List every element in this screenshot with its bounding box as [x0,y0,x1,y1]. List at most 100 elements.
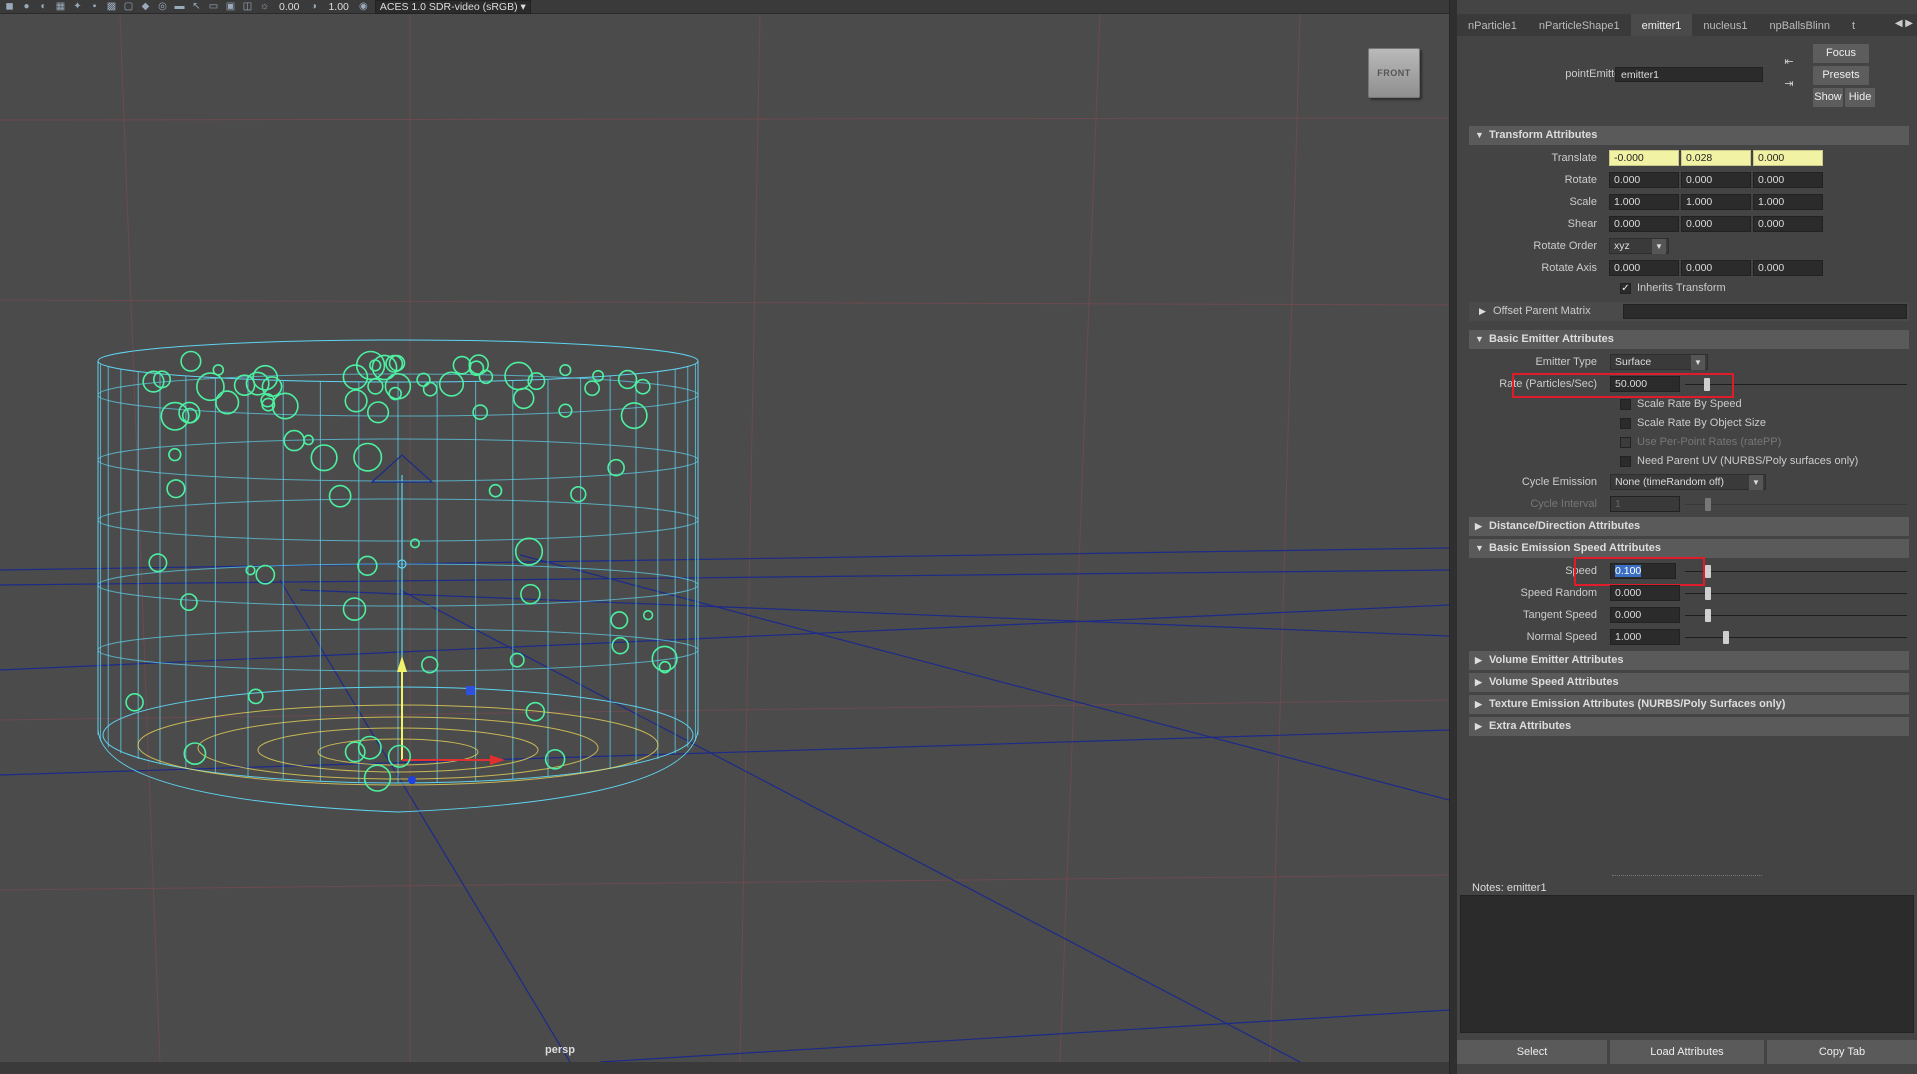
section-offset-parent-matrix[interactable]: ▶ Offset Parent Matrix [1469,302,1909,321]
normal-speed-slider-track[interactable] [1685,637,1907,638]
cycle-emission-dropdown[interactable]: None (timeRandom off) ▼ [1610,474,1766,490]
need-parent-uv-checkbox[interactable] [1620,456,1631,467]
cube-icon[interactable]: ◼ [4,1,15,12]
speed-random-field[interactable]: 0.000 [1610,585,1680,601]
output-connection-icon[interactable]: ⇥ [1782,78,1796,91]
rate-slider-thumb[interactable] [1704,378,1711,391]
select-icon[interactable]: ↖ [191,1,202,12]
section-basic-emission-speed-attributes[interactable]: ▼ Basic Emission Speed Attributes [1469,539,1909,558]
notes-textarea[interactable] [1460,895,1914,1033]
gamma-value[interactable]: 1.00 [325,1,351,13]
colorspace-dropdown[interactable]: ACES 1.0 SDR-video (sRGB) ▾ [374,0,531,14]
show-button[interactable]: Show [1813,88,1843,107]
shear-z-field[interactable]: 0.000 [1753,216,1823,232]
presets-button[interactable]: Presets [1813,66,1869,85]
hide-button[interactable]: Hide [1845,88,1875,107]
speed-random-slider-track[interactable] [1685,593,1907,594]
section-volume-emitter-attributes[interactable]: ▶ Volume Emitter Attributes [1469,651,1909,670]
tab-nparticleshape1[interactable]: nParticleShape1 [1528,14,1631,36]
translate-y-field[interactable]: 0.028 [1681,150,1751,166]
offset-parent-matrix-field[interactable] [1623,304,1907,319]
shear-y-field[interactable]: 0.000 [1681,216,1751,232]
resolution-icon[interactable]: ◫ [242,1,253,12]
section-volume-speed-attributes[interactable]: ▶ Volume Speed Attributes [1469,673,1909,692]
scale-z-field[interactable]: 1.000 [1753,194,1823,210]
translate-row: Translate -0.000 0.028 0.000 [1469,148,1909,168]
focus-button[interactable]: Focus [1813,44,1869,63]
tangent-speed-slider-track[interactable] [1685,615,1907,616]
texture-icon[interactable]: ▦ [55,1,66,12]
xray-icon[interactable]: ▢ [123,1,134,12]
particle [179,593,198,612]
rate-field[interactable]: 50.000 [1610,376,1680,392]
translate-x-field[interactable]: -0.000 [1609,150,1679,166]
scale-y-field[interactable]: 1.000 [1681,194,1751,210]
scale-rate-by-object-size-label: Scale Rate By Object Size [1637,417,1767,429]
light-icon[interactable]: ✦ [72,1,83,12]
rotate-axis-z-field[interactable]: 0.000 [1753,260,1823,276]
rotate-axis-x-field[interactable]: 0.000 [1609,260,1679,276]
section-transform-attributes[interactable]: ▼ Transform Attributes [1469,126,1909,145]
viewport-scene [0,14,1449,1062]
sphere-icon[interactable]: ● [21,1,32,12]
shadow-icon[interactable]: ▪ [89,1,100,12]
tab-truncated[interactable]: t [1841,14,1866,36]
tab-nucleus1[interactable]: nucleus1 [1692,14,1758,36]
rotate-y-field[interactable]: 0.000 [1681,172,1751,188]
shading-icon[interactable]: ◐ [38,1,49,12]
particle [610,611,629,630]
tab-scroll-arrows-icon[interactable]: ◀ ▶ [1895,18,1913,29]
camera-icon[interactable]: ▬ [174,1,185,12]
view-cube[interactable]: FRONT [1368,48,1420,98]
normal-speed-field[interactable]: 1.000 [1610,629,1680,645]
rotate-x-field[interactable]: 0.000 [1609,172,1679,188]
colorspace-icon[interactable]: ◉ [358,1,369,12]
rotate-axis-y-field[interactable]: 0.000 [1681,260,1751,276]
tab-emitter1[interactable]: emitter1 [1630,14,1693,36]
gamma-icon[interactable]: ◑ [308,1,319,12]
grid-icon[interactable]: ◎ [157,1,168,12]
rotate-order-dropdown[interactable]: xyz ▼ [1609,238,1669,254]
particle [369,359,382,372]
node-name-input[interactable]: emitter1 [1615,67,1763,82]
particle [245,371,270,396]
section-distance-direction-attributes[interactable]: ▶ Distance/Direction Attributes [1469,517,1909,536]
wireframe-icon[interactable]: ▩ [106,1,117,12]
exposure-value[interactable]: 0.00 [276,1,302,13]
inherits-transform-checkbox[interactable]: ✓ [1620,283,1631,294]
tab-nparticle1[interactable]: nParticle1 [1457,14,1528,36]
scale-rate-by-speed-checkbox[interactable] [1620,399,1631,410]
exposure-icon[interactable]: ☼ [259,1,270,12]
particle [488,483,503,498]
select-button[interactable]: Select [1457,1040,1607,1064]
speed-slider-track[interactable] [1685,571,1907,572]
rotate-z-field[interactable]: 0.000 [1753,172,1823,188]
normal-speed-slider-thumb[interactable] [1723,631,1729,644]
load-attributes-button[interactable]: Load Attributes [1610,1040,1764,1064]
tangent-speed-field[interactable]: 0.000 [1610,607,1680,623]
scale-x-field[interactable]: 1.000 [1609,194,1679,210]
section-extra-attributes[interactable]: ▶ Extra Attributes [1469,717,1909,736]
snap-icon[interactable]: ▭ [208,1,219,12]
tangent-speed-slider-thumb[interactable] [1705,609,1711,622]
rate-slider-track[interactable] [1685,384,1907,385]
shear-x-field[interactable]: 0.000 [1609,216,1679,232]
section-texture-emission-attributes[interactable]: ▶ Texture Emission Attributes (NURBS/Poly… [1469,695,1909,714]
scale-rate-by-object-size-checkbox[interactable] [1620,418,1631,429]
notes-divider[interactable] [1612,875,1762,877]
input-connection-icon[interactable]: ⇤ [1782,56,1796,69]
emitter-type-dropdown[interactable]: Surface ▼ [1610,354,1708,370]
speed-random-slider-thumb[interactable] [1705,587,1711,600]
copy-tab-button[interactable]: Copy Tab [1767,1040,1917,1064]
layout-icon[interactable]: ▣ [225,1,236,12]
isolate-icon[interactable]: ◆ [140,1,151,12]
tab-npballsblinn[interactable]: npBallsBlinn [1758,14,1841,36]
3d-viewport[interactable]: FRONT persp [0,14,1449,1062]
translate-z-field[interactable]: 0.000 [1753,150,1823,166]
section-basic-emitter-attributes[interactable]: ▼ Basic Emitter Attributes [1469,330,1909,349]
particle [620,402,648,430]
speed-field[interactable]: 0.100 [1610,563,1676,579]
section-title: Transform Attributes [1489,129,1598,141]
speed-slider-thumb[interactable] [1705,565,1711,578]
viewport-status-bar [0,1062,1449,1074]
